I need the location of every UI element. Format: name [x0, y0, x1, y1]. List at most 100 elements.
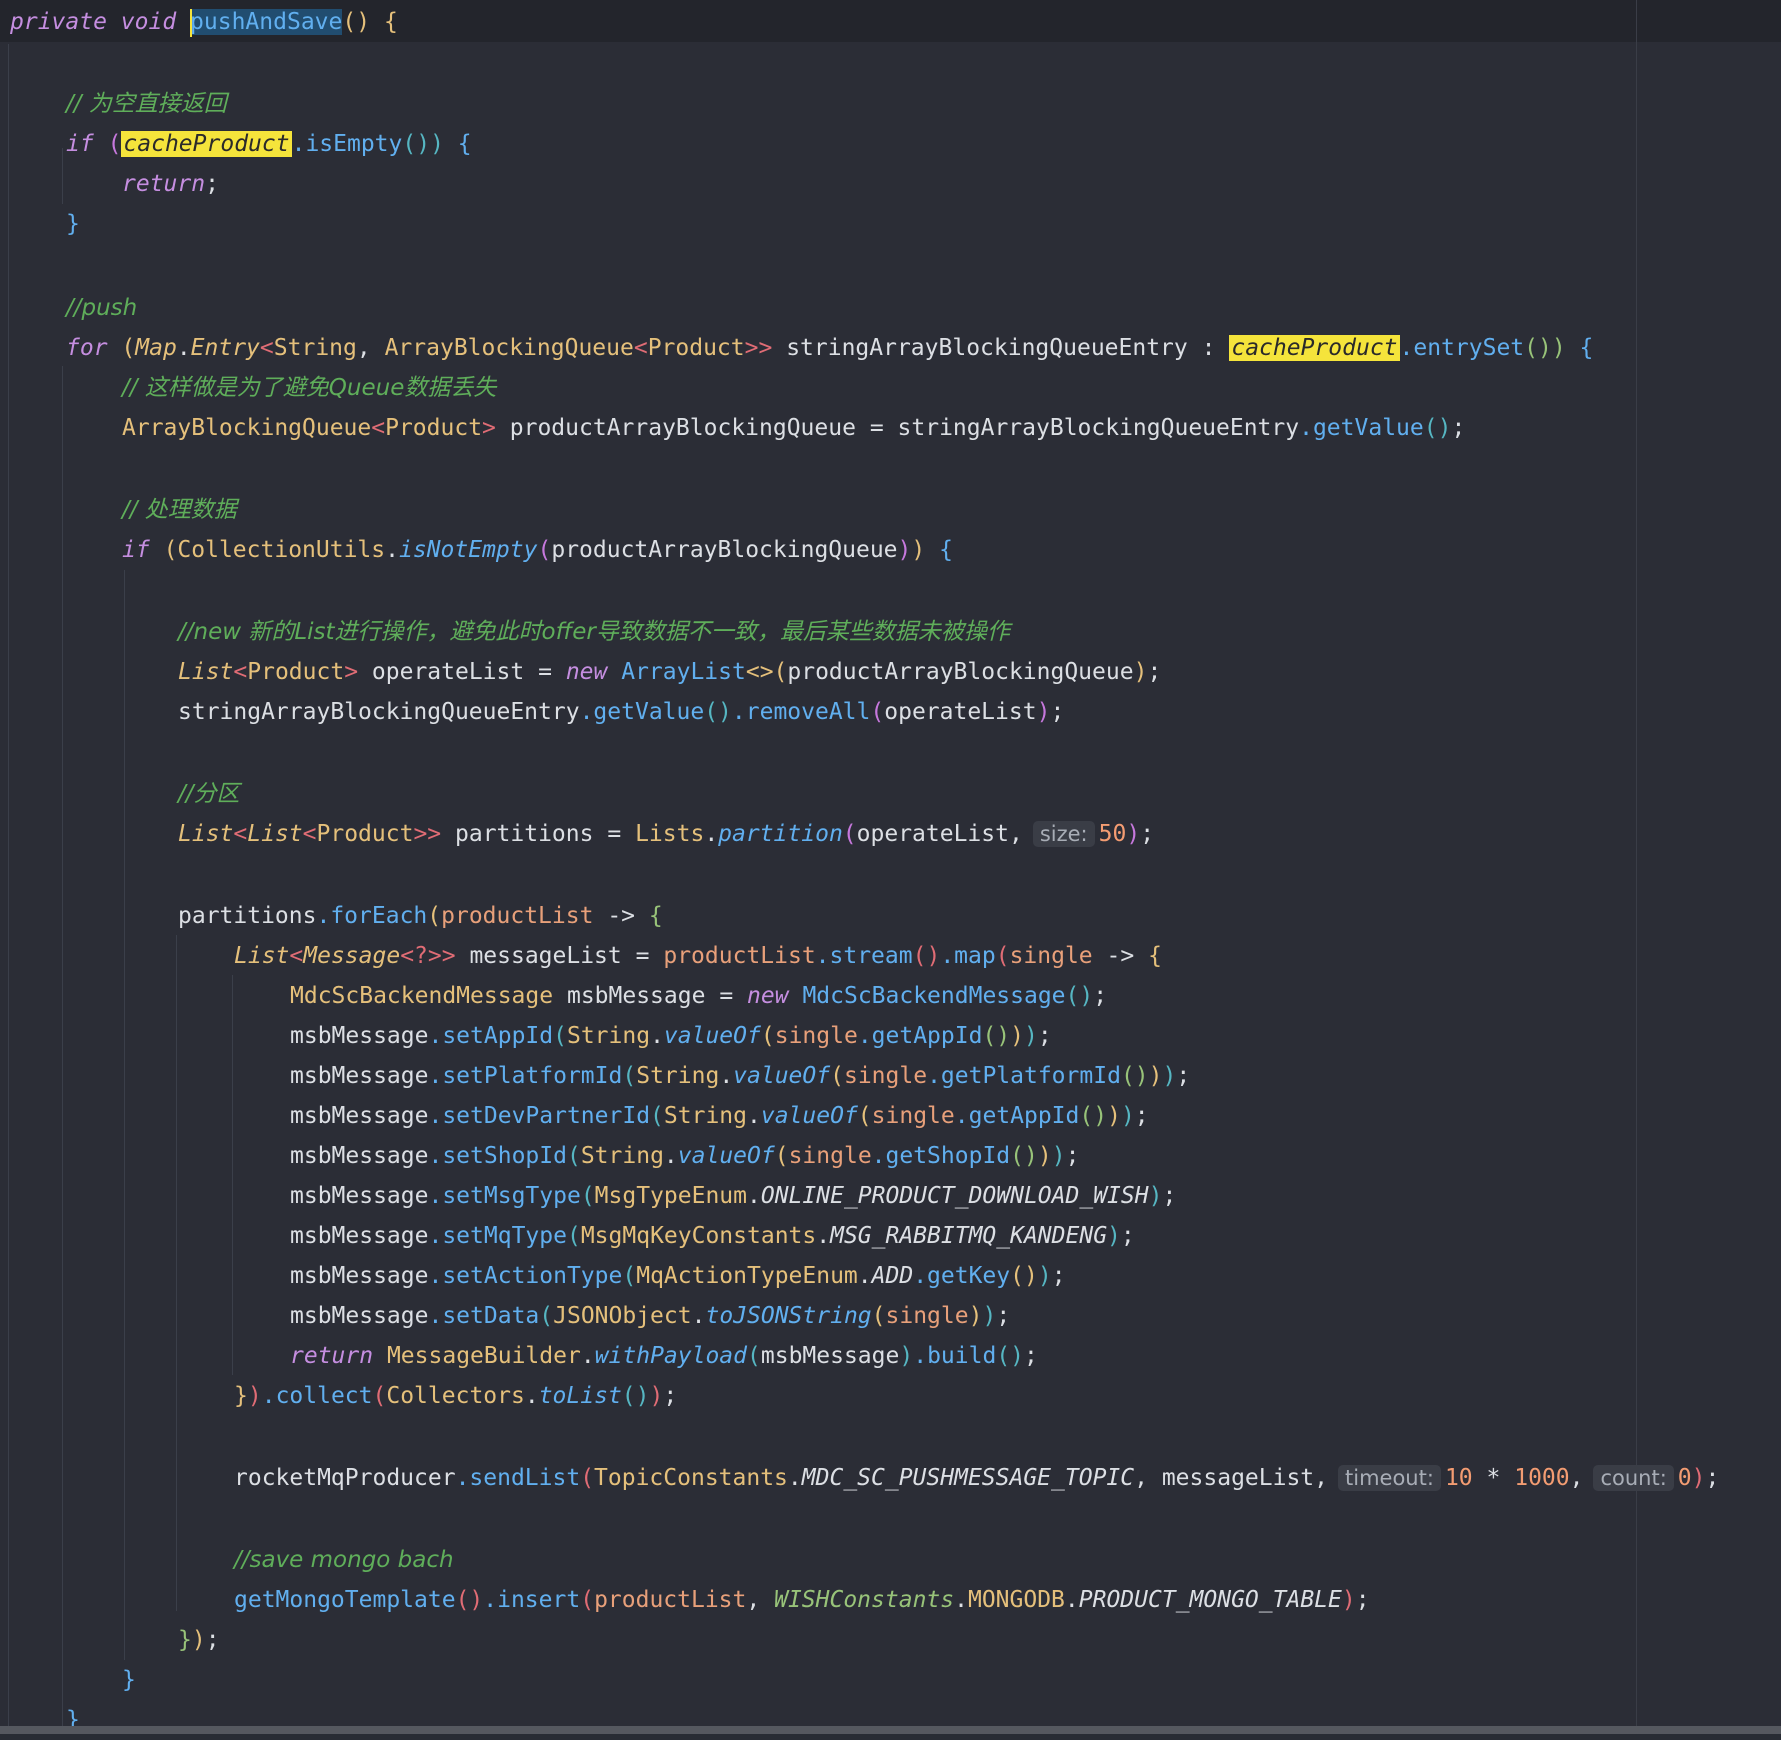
keyword: void — [120, 9, 177, 35]
code-line[interactable]: msbMessage.setDevPartnerId(String.valueO… — [290, 1096, 1149, 1136]
token: { — [939, 537, 953, 563]
method-call: .getAppId — [954, 1103, 1080, 1129]
comment: // 这样做是为了避免Queue数据丢失 — [122, 375, 497, 401]
selected-method-name[interactable]: pushAndSave — [190, 8, 343, 37]
code-line[interactable]: if (cacheProduct.isEmpty()) { — [66, 124, 472, 164]
token: ; — [1024, 1343, 1038, 1369]
variable: msbMessage — [290, 1223, 429, 1249]
comment: //save mongo bach — [234, 1547, 454, 1573]
token: () — [996, 1343, 1025, 1369]
horizontal-scrollbar[interactable] — [0, 1726, 1781, 1734]
code-line[interactable]: }); — [178, 1620, 220, 1660]
token: } — [234, 1383, 248, 1409]
code-line[interactable]: msbMessage.setActionType(MqActionTypeEnu… — [290, 1256, 1066, 1296]
token: ) — [1037, 1143, 1052, 1169]
code-line[interactable]: private void pushAndSave() { — [10, 2, 398, 42]
search-highlight: cacheProduct — [1229, 335, 1400, 361]
code-line[interactable]: List<Message<?>> messageList = productLi… — [234, 936, 1162, 976]
code-line[interactable]: MdcScBackendMessage msbMessage = new Mdc… — [290, 976, 1107, 1016]
indent-guide — [232, 975, 233, 1375]
parameter: single — [885, 1303, 969, 1329]
code-line[interactable]: // 处理数据 — [122, 490, 237, 530]
code-line[interactable]: return; — [122, 164, 219, 204]
code-line[interactable]: rocketMqProducer.sendList(TopicConstants… — [234, 1458, 1719, 1498]
token: . — [176, 335, 191, 361]
code-line[interactable]: //push — [66, 288, 137, 328]
token: ; — [1451, 415, 1466, 441]
token: ) — [1037, 1263, 1052, 1289]
type: Collectors — [386, 1383, 525, 1409]
code-line[interactable]: return MessageBuilder.withPayload(msbMes… — [290, 1336, 1038, 1376]
code-editor[interactable]: private void pushAndSave() { // 为空直接返回 i… — [0, 0, 1781, 1734]
token: () — [342, 9, 371, 35]
code-line[interactable]: //save mongo bach — [234, 1540, 454, 1580]
code-line[interactable]: msbMessage.setMsgType(MsgTypeEnum.ONLINE… — [290, 1176, 1176, 1216]
code-line[interactable]: // 这样做是为了避免Queue数据丢失 — [122, 368, 496, 408]
code-line[interactable]: stringArrayBlockingQueueEntry.getValue()… — [178, 692, 1064, 732]
token: < — [233, 821, 248, 847]
code-line[interactable]: }).collect(Collectors.toList()); — [234, 1376, 677, 1416]
method-call: .setMsgType — [428, 1183, 581, 1209]
code-line[interactable]: msbMessage.setShopId(String.valueOf(sing… — [290, 1136, 1079, 1176]
code-line[interactable]: if (CollectionUtils.isNotEmpty(productAr… — [122, 530, 953, 570]
method-call: valueOf — [760, 1103, 858, 1129]
code-line[interactable]: msbMessage.setData(JSONObject.toJSONStri… — [290, 1296, 1010, 1336]
number: 0 — [1677, 1465, 1692, 1491]
method-call: .getPlatformId — [927, 1063, 1121, 1089]
type: Lists — [635, 821, 705, 847]
code-line[interactable]: //分区 — [178, 774, 240, 814]
token: ) — [191, 1627, 206, 1653]
keyword: private — [10, 9, 107, 35]
type: Product — [647, 335, 745, 361]
number: 1000 — [1514, 1465, 1570, 1491]
constant: ADD — [871, 1263, 914, 1289]
code-line[interactable]: msbMessage.setMqType(MsgMqKeyConstants.M… — [290, 1216, 1135, 1256]
token: . — [691, 1303, 706, 1329]
code-line[interactable]: getMongoTemplate().insert(productList, W… — [234, 1580, 1370, 1620]
code-line[interactable]: msbMessage.setPlatformId(String.valueOf(… — [290, 1056, 1190, 1096]
code-line[interactable]: List<Product> operateList = new ArrayLis… — [178, 652, 1161, 692]
parameter-hint: size: — [1032, 821, 1095, 847]
parameter-hint: timeout: — [1338, 1465, 1441, 1491]
token: ) — [247, 1383, 262, 1409]
token: () — [704, 699, 732, 725]
token: . — [747, 1103, 761, 1129]
token: ) — [1024, 1023, 1038, 1049]
token: ; — [1134, 1103, 1149, 1129]
variable: stringArrayBlockingQueueEntry — [897, 415, 1300, 441]
code-line[interactable]: partitions.forEach(productList -> { — [178, 896, 663, 936]
variable: productArrayBlockingQueue — [787, 659, 1134, 685]
code-line[interactable]: List<List<Product>> partitions = Lists.p… — [178, 814, 1154, 854]
token: ) — [1162, 1063, 1177, 1089]
token: } — [122, 1667, 136, 1693]
code-line[interactable]: } — [66, 1700, 80, 1740]
code-line[interactable]: for (Map.Entry<String, ArrayBlockingQueu… — [66, 328, 1593, 368]
type: ArrayBlockingQueue — [384, 335, 634, 361]
code-line[interactable]: } — [66, 204, 80, 244]
token: > — [482, 415, 496, 441]
token: () — [1079, 1103, 1108, 1129]
token: . — [1064, 1587, 1079, 1613]
variable: msbMessage — [290, 1063, 429, 1089]
token: ; — [1093, 983, 1108, 1009]
token: ( — [107, 131, 122, 157]
code-line[interactable]: msbMessage.setAppId(String.valueOf(singl… — [290, 1016, 1052, 1056]
token: ( — [163, 537, 178, 563]
code-line[interactable]: ArrayBlockingQueue<Product> productArray… — [122, 408, 1465, 448]
token: ) — [1691, 1465, 1706, 1491]
keyword: return — [290, 1343, 374, 1369]
token: ( — [830, 1063, 844, 1089]
token: { — [457, 131, 472, 157]
type: Map — [135, 335, 177, 361]
token: () — [1010, 1143, 1038, 1169]
code-line[interactable]: // 为空直接返回 — [66, 84, 227, 124]
parameter: single — [774, 1023, 858, 1049]
code-line[interactable]: } — [122, 1660, 136, 1700]
token: -> — [607, 903, 636, 929]
code-line[interactable]: //new 新的List进行操作，避免此时offer导致数据不一致，最后某些数据… — [178, 612, 1010, 652]
method-call: .build — [913, 1343, 997, 1369]
method-call: .forEach — [316, 903, 428, 929]
variable: messageList — [469, 943, 622, 969]
type: MONGODB — [967, 1587, 1065, 1613]
constant: MSG_RABBITMQ_KANDENG — [830, 1223, 1108, 1249]
